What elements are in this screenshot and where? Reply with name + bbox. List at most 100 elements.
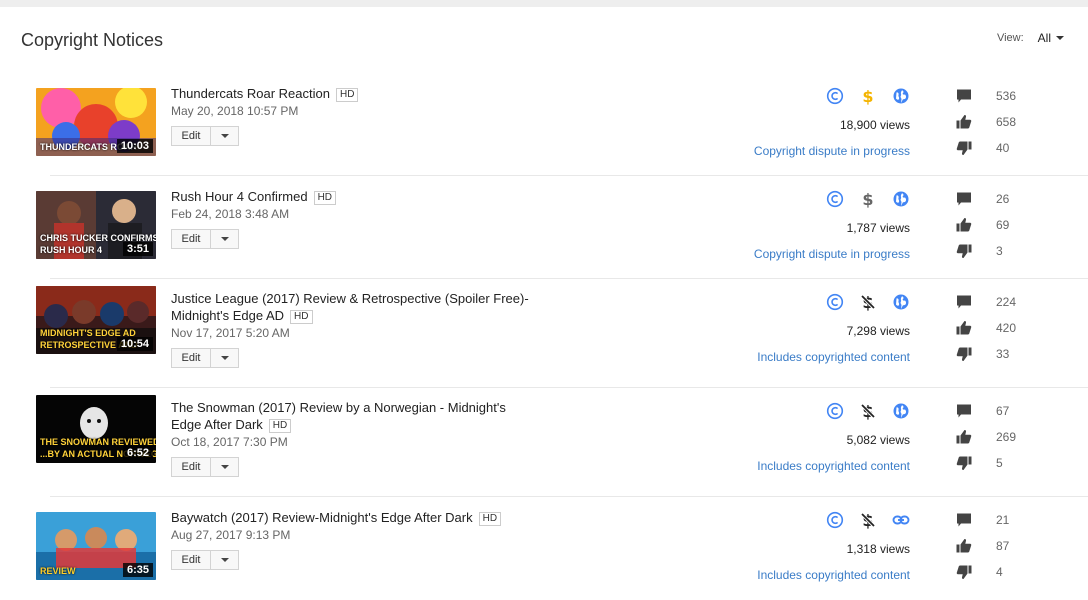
video-date: May 20, 2018 10:57 PM (171, 104, 299, 118)
video-title[interactable]: Justice League (2017) Review & Retrospec… (171, 290, 551, 324)
edit-button[interactable]: Edit (171, 550, 211, 570)
chevron-down-icon (220, 356, 229, 360)
video-title[interactable]: Thundercats Roar Reaction HD (171, 85, 551, 102)
comments-stat: 536 (955, 87, 1016, 105)
view-count: 5,082 views (846, 433, 910, 447)
copyright-icon[interactable] (826, 87, 844, 105)
copyright-notice-link[interactable]: Includes copyrighted content (757, 568, 910, 582)
hd-badge: HD (313, 191, 337, 205)
edit-button[interactable]: Edit (171, 348, 211, 368)
copyright-notice-link[interactable]: Copyright dispute in progress (754, 247, 910, 261)
table-row: THE SNOWMAN REVIEWED ...BY AN ACTUAL NOR… (0, 388, 1088, 497)
like-count: 69 (996, 218, 1010, 232)
globe-icon[interactable] (892, 87, 910, 105)
copyright-notice-link[interactable]: Includes copyrighted content (757, 350, 910, 364)
status-icons: $ (826, 190, 925, 208)
globe-icon[interactable] (892, 402, 910, 420)
edit-dropdown-button[interactable] (211, 348, 239, 368)
view-filter-value: All (1037, 31, 1051, 45)
like-count: 658 (996, 115, 1017, 129)
video-info: The Snowman (2017) Review by a Norwegian… (171, 399, 551, 477)
edit-dropdown-button[interactable] (211, 229, 239, 249)
dollar-icon[interactable]: $ (859, 87, 877, 105)
dislikes-stat: 40 (955, 139, 1009, 157)
video-thumbnail[interactable]: REVIEW 6:35 (36, 512, 156, 580)
video-title[interactable]: Rush Hour 4 Confirmed HD (171, 188, 551, 205)
svg-text:$: $ (862, 87, 873, 105)
globe-icon[interactable] (892, 293, 910, 311)
view-count: 18,900 views (839, 118, 910, 132)
video-date: Feb 24, 2018 3:48 AM (171, 207, 290, 221)
globe-icon[interactable] (892, 190, 910, 208)
status-icons: $ (826, 402, 925, 420)
copyright-icon[interactable] (826, 511, 844, 529)
view-count: 1,318 views (846, 542, 910, 556)
video-title-line1: Rush Hour 4 Confirmed (171, 189, 308, 204)
dislike-count: 33 (996, 347, 1010, 361)
copyright-notice-link[interactable]: Includes copyrighted content (757, 459, 910, 473)
edit-dropdown-button[interactable] (211, 126, 239, 146)
video-duration: 6:52 (122, 446, 153, 460)
edit-button[interactable]: Edit (171, 126, 211, 146)
chevron-down-icon (220, 134, 229, 138)
table-row: MIDNIGHT'S EDGE AD RETROSPECTIVE AND 10:… (0, 279, 1088, 388)
like-count: 420 (996, 321, 1017, 335)
edit-button-group: Edit (171, 348, 551, 368)
edit-button[interactable]: Edit (171, 229, 211, 249)
dislike-count: 5 (996, 456, 1003, 470)
video-duration: 10:03 (116, 139, 153, 153)
thumbs-up-icon (955, 216, 973, 234)
dislikes-stat: 3 (955, 242, 1003, 260)
copyright-icon[interactable] (826, 293, 844, 311)
video-duration: 10:54 (116, 337, 153, 351)
view-count: 7,298 views (846, 324, 910, 338)
dislike-count: 4 (996, 565, 1003, 579)
thumbs-down-icon (955, 139, 973, 157)
video-title[interactable]: The Snowman (2017) Review by a Norwegian… (171, 399, 551, 433)
video-title-line2: Edge After Dark (171, 417, 263, 432)
page-title: Copyright Notices (21, 30, 164, 50)
video-title[interactable]: Baywatch (2017) Review-Midnight's Edge A… (171, 509, 551, 526)
view-filter: View: All (997, 31, 1064, 45)
copyright-icon[interactable] (826, 402, 844, 420)
comments-stat: 21 (955, 511, 1009, 529)
comments-stat: 67 (955, 402, 1009, 420)
comment-count: 224 (996, 295, 1017, 309)
link-icon[interactable] (892, 511, 910, 529)
chevron-down-icon (220, 465, 229, 469)
video-date: Oct 18, 2017 7:30 PM (171, 435, 288, 449)
view-filter-dropdown[interactable]: All (1038, 31, 1064, 45)
dollar-off-icon[interactable]: $ (859, 511, 877, 529)
like-count: 269 (996, 430, 1017, 444)
dollar-off-icon[interactable]: $ (859, 402, 877, 420)
edit-button-group: Edit (171, 126, 551, 146)
copyright-notice-link[interactable]: Copyright dispute in progress (754, 144, 910, 158)
dollar-icon[interactable]: $ (859, 190, 877, 208)
edit-dropdown-button[interactable] (211, 457, 239, 477)
dollar-off-icon[interactable]: $ (859, 293, 877, 311)
chevron-down-icon (220, 558, 229, 562)
copyright-icon[interactable] (826, 190, 844, 208)
video-title-line1: Justice League (2017) Review & Retrospec… (171, 291, 529, 306)
edit-dropdown-button[interactable] (211, 550, 239, 570)
comment-icon (955, 293, 973, 311)
hd-badge: HD (335, 88, 359, 102)
video-thumbnail[interactable]: CHRIS TUCKER CONFIRMS RUSH HOUR 4 3:51 (36, 191, 156, 259)
video-thumbnail[interactable]: THUNDERCATS ROAR 10:03 (36, 88, 156, 156)
thumbs-down-icon (955, 242, 973, 260)
thumbs-up-icon (955, 428, 973, 446)
view-filter-label: View: (996, 32, 1024, 44)
table-row: THUNDERCATS ROAR 10:03 Thundercats Roar … (0, 73, 1088, 176)
thumbs-down-icon (955, 454, 973, 472)
edit-button[interactable]: Edit (171, 457, 211, 477)
video-title-line1: The Snowman (2017) Review by a Norwegian… (171, 400, 506, 415)
dislike-count: 3 (996, 244, 1003, 258)
likes-stat: 269 (955, 428, 1016, 446)
dislike-count: 40 (996, 141, 1010, 155)
hd-badge: HD (290, 310, 313, 324)
likes-stat: 87 (955, 537, 1009, 555)
video-thumbnail[interactable]: THE SNOWMAN REVIEWED ...BY AN ACTUAL NOR… (36, 395, 156, 463)
comment-icon (955, 87, 973, 105)
video-thumbnail[interactable]: MIDNIGHT'S EDGE AD RETROSPECTIVE AND 10:… (36, 286, 156, 354)
thumbs-up-icon (955, 537, 973, 555)
